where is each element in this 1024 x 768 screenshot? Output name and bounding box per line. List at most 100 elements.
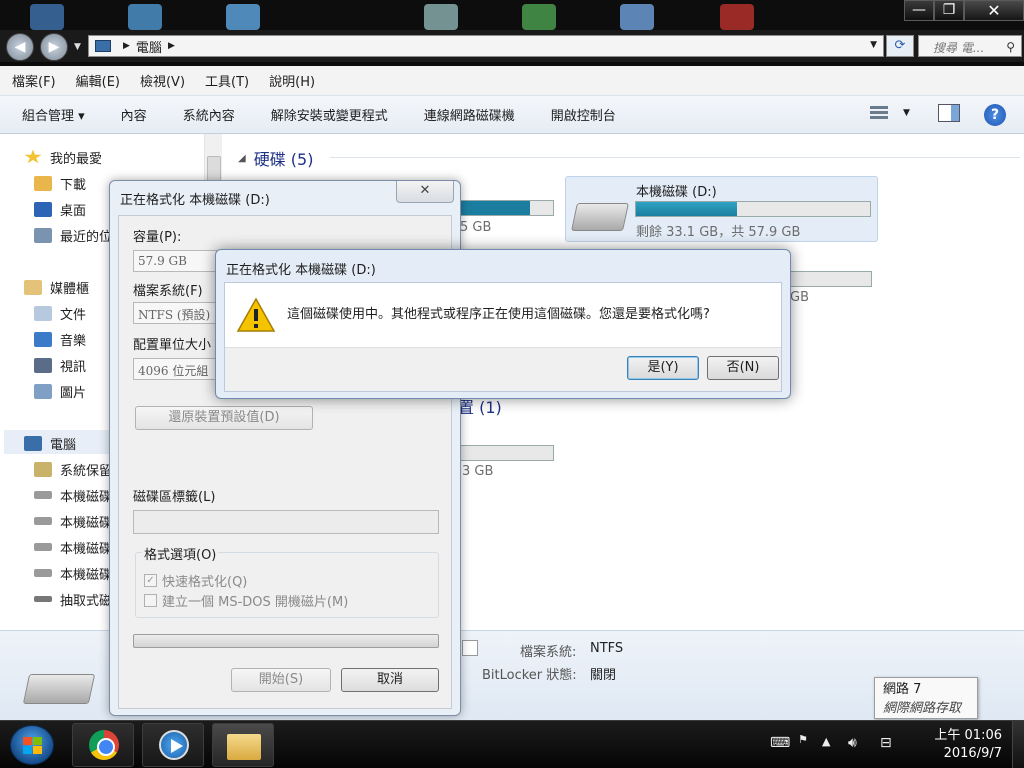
warning-icon — [236, 297, 276, 332]
volume-label-label: 磁碟區標籤(L) — [133, 490, 216, 505]
msdos-disk-checkbox[interactable]: 建立一個 MS-DOS 開機磁片(M) — [144, 591, 348, 610]
search-input[interactable]: 搜尋 電... ⚲ — [918, 35, 1022, 57]
confirm-dialog-title: 正在格式化 本機磁碟 (D:) — [226, 263, 376, 278]
hard-drive-icon — [34, 569, 52, 577]
fs-label: 檔案系統: — [520, 645, 577, 660]
nav-recent[interactable]: 最近的位 — [34, 224, 112, 246]
clock-date: 2016/9/7 — [943, 746, 1002, 761]
taskbar-explorer[interactable] — [212, 723, 274, 767]
capacity-select[interactable]: 57.9 GB — [133, 250, 218, 272]
caption-buttons: — ❐ ✕ — [904, 0, 1024, 22]
restore-button[interactable]: ❐ — [934, 0, 964, 21]
menu-edit[interactable]: 編輯(E) — [76, 71, 120, 90]
search-icon[interactable]: ⚲ — [1006, 40, 1015, 54]
filesystem-select[interactable]: NTFS (預設) — [133, 302, 218, 324]
nav-computer[interactable]: 電腦 — [24, 432, 76, 454]
checkbox-icon — [144, 594, 157, 607]
address-bar[interactable]: ▶ 電腦 ▶ ▼ — [88, 35, 884, 57]
volume-label-input[interactable] — [133, 510, 439, 534]
uninstall-button[interactable]: 解除安裝或變更程式 — [271, 105, 388, 124]
removable-drive-icon — [34, 596, 52, 602]
details-checkbox[interactable] — [462, 640, 478, 656]
menu-tools[interactable]: 工具(T) — [205, 71, 249, 90]
volume-icon[interactable]: 🔊︎ — [848, 735, 857, 751]
nav-system-drive[interactable]: 系統保留 — [34, 458, 112, 480]
keyboard-icon[interactable]: ⌨ — [770, 735, 790, 751]
breadcrumb-arrow-icon[interactable]: ▶ — [168, 41, 175, 51]
start-button[interactable] — [10, 725, 54, 765]
library-icon — [24, 279, 42, 295]
checkbox-checked-icon: ✓ — [144, 574, 157, 587]
network-icon[interactable]: ⊟ — [880, 735, 892, 751]
nav-desktop[interactable]: 桌面 — [34, 198, 86, 220]
cancel-button[interactable]: 取消 — [341, 668, 439, 692]
collapse-triangle-icon[interactable]: ◢ — [238, 153, 246, 164]
format-close-button[interactable]: ✕ — [396, 181, 454, 203]
drive-tile-d[interactable]: 本機磁碟 (D:) 剩餘 33.1 GB，共 57.9 GB — [565, 176, 878, 242]
confirm-message: 這個磁碟使用中。其他程式或程序正在使用這個磁碟。您還是要格式化嗎? — [287, 307, 710, 322]
close-button[interactable]: ✕ — [964, 0, 1024, 21]
search-placeholder: 搜尋 電... — [933, 41, 985, 55]
taskbar-chrome[interactable] — [72, 723, 134, 767]
minimize-button[interactable]: — — [904, 0, 934, 21]
show-desktop-button[interactable] — [1012, 721, 1024, 768]
nav-downloads[interactable]: 下載 — [34, 172, 86, 194]
bitlocker-value: 關閉 — [590, 668, 617, 683]
drive-size-text: GB — [790, 290, 809, 305]
system-clock[interactable]: 上午 01:06 2016/9/7 — [922, 727, 1002, 763]
breadcrumb-computer[interactable]: 電腦 — [136, 37, 162, 56]
drive-size-text: 3 GB — [462, 464, 494, 479]
tray-action-icon[interactable]: ⚑ — [798, 733, 808, 746]
group-header-hard-disks[interactable]: ◢ 硬碟 (5) — [238, 146, 1020, 170]
nav-music[interactable]: 音樂 — [34, 328, 86, 350]
hard-drive-icon — [34, 491, 52, 499]
nav-pictures[interactable]: 圖片 — [34, 380, 86, 402]
desktop-icon — [34, 201, 52, 217]
help-icon[interactable]: ? — [984, 104, 1006, 126]
quick-format-checkbox[interactable]: ✓ 快速格式化(Q) — [144, 571, 247, 590]
forward-button[interactable]: ▶ — [40, 33, 68, 61]
group-divider — [330, 157, 1020, 158]
menu-view[interactable]: 檢視(V) — [140, 71, 185, 90]
back-button[interactable]: ◀ — [6, 33, 34, 61]
open-control-panel-button[interactable]: 開啟控制台 — [551, 105, 616, 124]
nav-videos[interactable]: 視訊 — [34, 354, 86, 376]
breadcrumb-arrow-icon[interactable]: ▶ — [123, 41, 130, 51]
drive-size-text: 5 GB — [460, 220, 492, 235]
nav-local-disk[interactable]: 本機磁碟 — [34, 562, 112, 584]
yes-button[interactable]: 是(Y) — [627, 356, 699, 380]
nav-removable[interactable]: 抽取式磁 — [34, 588, 112, 610]
system-properties-button[interactable]: 系統內容 — [183, 105, 235, 124]
no-button[interactable]: 否(N) — [707, 356, 779, 380]
clock-time: 上午 01:06 — [934, 728, 1002, 743]
address-dropdown-icon[interactable]: ▼ — [870, 40, 877, 50]
hard-drive-icon — [34, 517, 52, 525]
menu-help[interactable]: 說明(H) — [269, 71, 315, 90]
windows-logo-icon — [23, 737, 43, 755]
videos-icon — [34, 357, 52, 373]
allocation-select[interactable]: 4096 位元組 — [133, 358, 218, 380]
show-hidden-icons[interactable]: ▲ — [822, 735, 830, 748]
properties-button[interactable]: 內容 — [121, 105, 147, 124]
restore-defaults-button[interactable]: 還原裝置預設值(D) — [135, 406, 313, 430]
nav-documents[interactable]: 文件 — [34, 302, 86, 324]
refresh-button[interactable]: ⟳ — [886, 35, 914, 57]
nav-favorites[interactable]: 我的最愛 — [24, 146, 102, 168]
view-options-icon[interactable] — [870, 104, 892, 124]
allocation-label: 配置單位大小 — [133, 338, 212, 353]
recent-pages-dropdown[interactable]: ▼ — [74, 42, 81, 52]
map-network-drive-button[interactable]: 連線網路磁碟機 — [424, 105, 515, 124]
preview-pane-icon[interactable] — [938, 104, 960, 122]
organize-button[interactable]: 組合管理 ▾ — [22, 105, 85, 124]
fs-value: NTFS — [590, 641, 624, 656]
nav-local-disk[interactable]: 本機磁碟 — [34, 510, 112, 532]
hard-drive-icon — [571, 203, 629, 231]
start-button[interactable]: 開始(S) — [231, 668, 331, 692]
taskbar-media-player[interactable] — [142, 723, 204, 767]
nav-libraries[interactable]: 媒體櫃 — [24, 276, 89, 298]
view-dropdown-icon[interactable]: ▼ — [903, 108, 910, 118]
menu-file[interactable]: 檔案(F) — [12, 71, 56, 90]
nav-local-disk[interactable]: 本機磁碟 — [34, 484, 112, 506]
recent-places-icon — [34, 227, 52, 243]
nav-local-disk[interactable]: 本機磁碟 — [34, 536, 112, 558]
